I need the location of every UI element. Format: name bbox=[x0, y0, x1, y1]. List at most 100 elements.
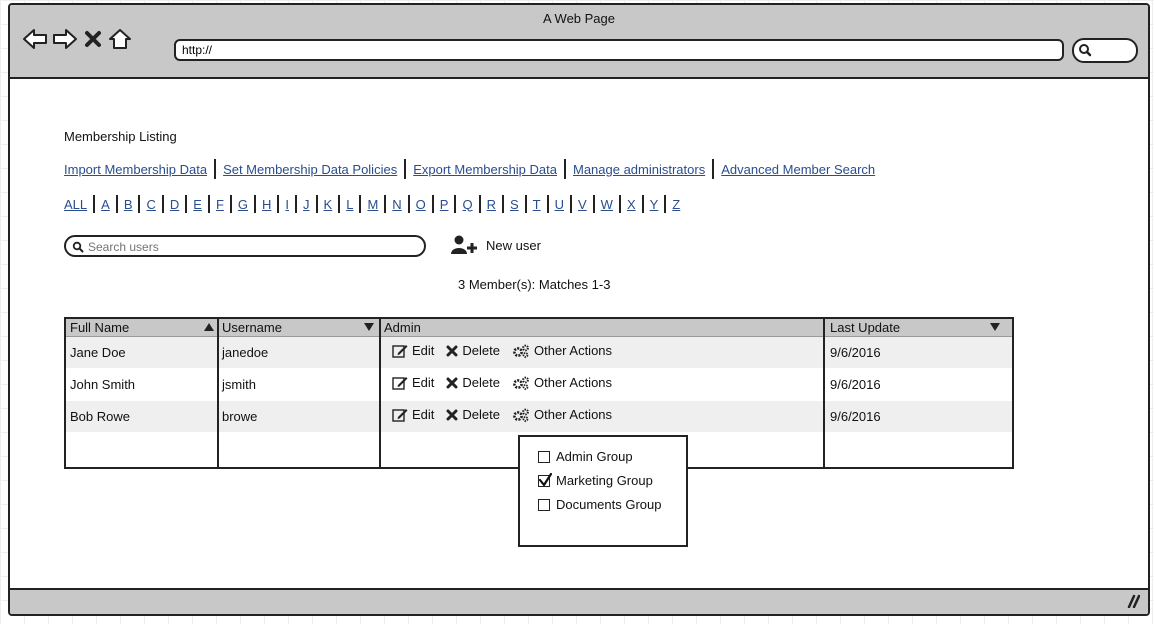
table-row[interactable]: John Smith jsmith Edit Delete Other Acti… bbox=[66, 369, 1012, 400]
letter-filter-t[interactable]: T bbox=[533, 197, 541, 212]
letter-divider bbox=[115, 195, 118, 213]
delete-button[interactable]: Delete bbox=[446, 343, 500, 358]
table-header: Full Name Username Admin Last Update bbox=[66, 319, 1012, 337]
url-bar[interactable] bbox=[174, 39, 1064, 61]
menu-item-admin-group[interactable]: Admin Group bbox=[538, 449, 633, 464]
gears-icon bbox=[513, 408, 529, 422]
export-membership-link[interactable]: Export Membership Data bbox=[413, 162, 557, 177]
edit-label: Edit bbox=[412, 407, 435, 422]
table-row[interactable]: Bob Rowe browe Edit Delete Other Actions bbox=[66, 401, 1012, 432]
delete-label: Delete bbox=[462, 407, 500, 422]
url-input[interactable] bbox=[176, 41, 1062, 59]
letter-filter-a[interactable]: A bbox=[101, 197, 110, 212]
sort-descending-icon[interactable] bbox=[990, 323, 1000, 331]
letter-divider bbox=[454, 195, 457, 213]
col-header-last-update[interactable]: Last Update bbox=[830, 320, 900, 335]
letter-divider bbox=[570, 195, 572, 213]
edit-button[interactable]: Edit bbox=[392, 375, 434, 390]
col-header-full-name[interactable]: Full Name bbox=[70, 320, 129, 335]
delete-button[interactable]: Delete bbox=[446, 407, 500, 422]
table-row[interactable]: Jane Doe janedoe Edit Delete Other Actio… bbox=[66, 337, 1012, 368]
user-search-box[interactable] bbox=[64, 235, 426, 257]
membership-links: Import Membership Data Set Membership Da… bbox=[64, 159, 875, 179]
menu-item-label: Documents Group bbox=[556, 497, 662, 512]
other-actions-button[interactable]: Other Actions bbox=[512, 375, 612, 390]
letter-divider bbox=[664, 195, 667, 213]
browser-search-button[interactable] bbox=[1072, 38, 1138, 63]
letter-filter-r[interactable]: R bbox=[487, 197, 496, 212]
letter-filter-g[interactable]: G bbox=[238, 197, 248, 212]
advanced-search-link[interactable]: Advanced Member Search bbox=[721, 162, 875, 177]
search-input[interactable] bbox=[86, 237, 420, 257]
letter-filter-e[interactable]: E bbox=[193, 197, 202, 212]
delete-label: Delete bbox=[462, 375, 500, 390]
letter-divider bbox=[478, 195, 481, 213]
group-checkbox[interactable] bbox=[538, 472, 552, 487]
new-user-button[interactable]: New user bbox=[450, 235, 541, 255]
gears-icon bbox=[513, 344, 529, 358]
cell-username: browe bbox=[222, 409, 258, 424]
letter-filter-o[interactable]: O bbox=[416, 197, 426, 212]
letter-filter-v[interactable]: V bbox=[578, 197, 587, 212]
letter-filter-c[interactable]: C bbox=[146, 197, 155, 212]
letter-filter-l[interactable]: L bbox=[346, 197, 353, 212]
letter-filter-z[interactable]: Z bbox=[672, 197, 680, 212]
sort-descending-icon[interactable] bbox=[364, 323, 374, 331]
column-divider bbox=[217, 319, 219, 467]
letter-filter-b[interactable]: B bbox=[124, 197, 133, 212]
letter-divider bbox=[161, 195, 164, 213]
letter-divider bbox=[229, 195, 232, 213]
letter-filter-w[interactable]: W bbox=[601, 197, 613, 212]
letter-filter-y[interactable]: Y bbox=[650, 197, 659, 212]
back-arrow-icon[interactable] bbox=[22, 27, 48, 51]
link-divider bbox=[563, 159, 566, 179]
other-actions-button[interactable]: Other Actions bbox=[512, 407, 612, 422]
edit-button[interactable]: Edit bbox=[392, 407, 434, 422]
letter-filter-x[interactable]: X bbox=[627, 197, 636, 212]
row-actions: Edit Delete Other Actions bbox=[392, 375, 612, 390]
letter-filter-q[interactable]: Q bbox=[462, 197, 472, 212]
letter-filter-i[interactable]: I bbox=[285, 197, 289, 212]
letter-divider bbox=[254, 195, 257, 213]
letter-filter-p[interactable]: P bbox=[440, 197, 449, 212]
group-checkbox[interactable] bbox=[538, 450, 550, 463]
col-header-admin[interactable]: Admin bbox=[384, 320, 421, 335]
import-membership-link[interactable]: Import Membership Data bbox=[64, 162, 207, 177]
delete-label: Delete bbox=[462, 343, 500, 358]
other-actions-button[interactable]: Other Actions bbox=[512, 343, 612, 358]
letter-filter-h[interactable]: H bbox=[262, 197, 271, 212]
link-divider bbox=[404, 159, 407, 179]
letter-filter-all[interactable]: ALL bbox=[64, 197, 87, 212]
edit-label: Edit bbox=[412, 375, 435, 390]
alphabet-filter: ALL A B C D E F G H I J K L M N O P Q R S T U V W X Y Z bbox=[64, 195, 680, 213]
page-content: Membership Listing Import Membership Dat… bbox=[10, 79, 1148, 588]
page-title: Membership Listing bbox=[64, 129, 177, 144]
letter-filter-k[interactable]: K bbox=[324, 197, 333, 212]
browser-window: A Web Page Membership Listing Import Mem… bbox=[8, 3, 1150, 616]
letter-filter-m[interactable]: M bbox=[367, 197, 378, 212]
letter-filter-u[interactable]: U bbox=[555, 197, 564, 212]
sort-ascending-icon[interactable] bbox=[204, 323, 214, 331]
manage-admins-link[interactable]: Manage administrators bbox=[573, 162, 705, 177]
letter-filter-j[interactable]: J bbox=[303, 197, 310, 212]
edit-button[interactable]: Edit bbox=[392, 343, 434, 358]
letter-filter-f[interactable]: F bbox=[216, 197, 224, 212]
delete-icon bbox=[446, 345, 458, 356]
menu-item-documents-group[interactable]: Documents Group bbox=[538, 497, 662, 512]
letter-filter-d[interactable]: D bbox=[170, 197, 179, 212]
close-icon[interactable] bbox=[82, 27, 104, 51]
forward-arrow-icon[interactable] bbox=[52, 27, 78, 51]
group-checkbox[interactable] bbox=[538, 498, 550, 511]
letter-divider bbox=[359, 195, 362, 213]
col-header-username[interactable]: Username bbox=[222, 320, 282, 335]
set-policies-link[interactable]: Set Membership Data Policies bbox=[223, 162, 397, 177]
delete-button[interactable]: Delete bbox=[446, 375, 500, 390]
letter-filter-s[interactable]: S bbox=[510, 197, 519, 212]
gears-icon bbox=[513, 376, 529, 390]
letter-divider bbox=[338, 195, 341, 213]
letter-divider bbox=[524, 195, 527, 213]
letter-filter-n[interactable]: N bbox=[392, 197, 401, 212]
resize-handle-icon[interactable] bbox=[1124, 594, 1140, 608]
menu-item-marketing-group[interactable]: Marketing Group bbox=[538, 472, 653, 488]
home-icon[interactable] bbox=[108, 27, 132, 51]
